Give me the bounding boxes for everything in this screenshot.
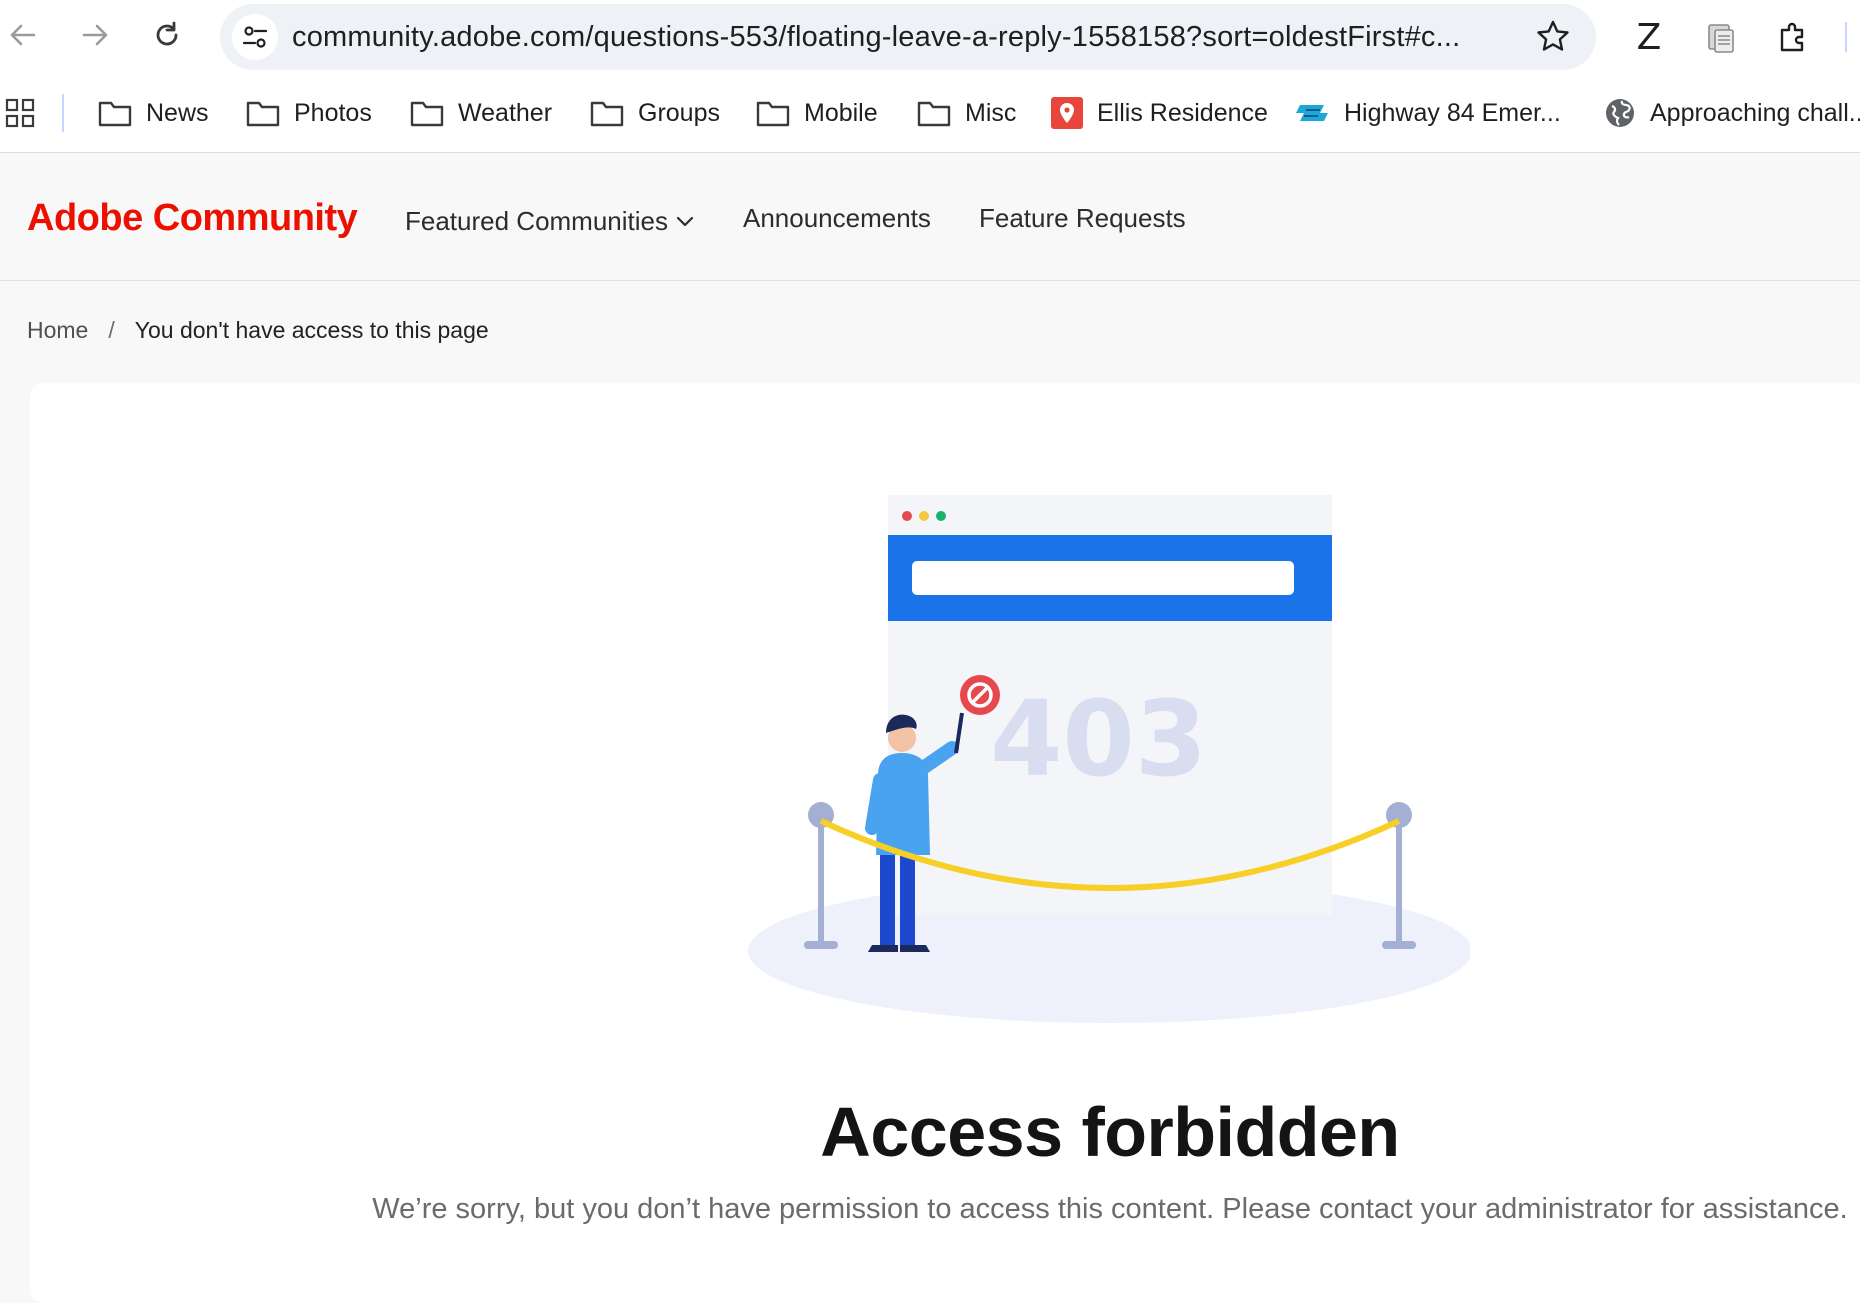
error-title: Access forbidden (820, 1093, 1400, 1171)
nav-featured-communities[interactable]: Featured Communities (405, 206, 694, 237)
bookmarks-bar: News Photos Weather Groups Mobile Misc E… (0, 74, 1860, 153)
bookmark-label: Mobile (804, 98, 878, 127)
reload-icon (156, 21, 178, 46)
bookmark-label: Highway 84 Emer... (1344, 98, 1561, 127)
arrow-right-icon (82, 24, 108, 46)
tune-icon (242, 26, 268, 48)
highway-icon (1296, 105, 1328, 121)
back-button[interactable] (0, 12, 46, 58)
bookmark-label: Groups (638, 98, 720, 127)
bookmark-highway-84[interactable]: Highway 84 Emer... (1296, 94, 1561, 132)
error-code-graphic: 403 (990, 678, 1207, 800)
folder-icon (917, 101, 951, 127)
extension-clipboard-button[interactable] (1698, 14, 1744, 60)
bookmark-label: Weather (458, 98, 553, 127)
clipboard-icon (1708, 24, 1734, 53)
bookmark-mobile[interactable]: Mobile (756, 94, 878, 132)
folder-icon (756, 101, 790, 127)
folder-icon (246, 101, 280, 127)
bookmark-label: Ellis Residence (1097, 98, 1268, 127)
bookmark-label: Misc (965, 98, 1017, 127)
bookmark-approaching[interactable]: Approaching chall... (1604, 94, 1860, 132)
bookmark-groups[interactable]: Groups (590, 94, 720, 132)
url-text[interactable]: community.adobe.com/questions-553/floati… (292, 4, 1522, 70)
address-bar[interactable]: community.adobe.com/questions-553/floati… (220, 4, 1596, 70)
bookmark-label: Photos (294, 98, 372, 127)
forward-button[interactable] (72, 12, 118, 58)
folder-icon (410, 101, 444, 127)
bookmarks-divider (62, 94, 64, 132)
adobe-community-logo[interactable]: Adobe Community (27, 197, 358, 240)
puzzle-icon (1780, 22, 1804, 52)
breadcrumb: Home / You don't have access to this pag… (27, 317, 489, 344)
bookmark-label: Approaching chall... (1650, 98, 1860, 127)
breadcrumb-home[interactable]: Home (27, 317, 88, 344)
extension-z-button[interactable]: Z (1626, 14, 1672, 60)
map-pin-icon (1051, 97, 1083, 129)
nav-label: Announcements (743, 203, 931, 233)
breadcrumb-current: You don't have access to this page (134, 317, 489, 343)
nav-label: Featured Communities (405, 206, 668, 236)
extensions-button[interactable] (1770, 14, 1816, 60)
bookmark-news[interactable]: News (98, 94, 209, 132)
bookmark-ellis-residence[interactable]: Ellis Residence (1051, 94, 1268, 132)
chevron-down-icon (676, 216, 694, 226)
reload-button[interactable] (144, 12, 190, 58)
breadcrumb-separator: / (108, 317, 115, 343)
bookmark-label: News (146, 98, 209, 127)
apps-button[interactable] (5, 94, 49, 132)
site-header: Adobe Community Featured Communities Ann… (0, 153, 1860, 281)
folder-icon (590, 101, 624, 127)
apps-grid-icon (5, 98, 35, 128)
toolbar-divider (1845, 22, 1847, 52)
site-info-button[interactable] (232, 14, 278, 60)
bookmark-weather[interactable]: Weather (410, 94, 552, 132)
folder-icon (98, 101, 132, 127)
star-icon (1537, 20, 1569, 51)
globe-icon (1606, 99, 1634, 127)
browser-toolbar: community.adobe.com/questions-553/floati… (0, 0, 1860, 74)
z-extension-icon: Z (1636, 16, 1662, 58)
bookmark-photos[interactable]: Photos (246, 94, 372, 132)
nav-label: Feature Requests (979, 203, 1186, 233)
arrow-left-icon (10, 24, 36, 46)
bookmark-star-button[interactable] (1534, 18, 1572, 56)
nav-feature-requests[interactable]: Feature Requests (979, 203, 1186, 234)
nav-announcements[interactable]: Announcements (743, 203, 931, 234)
error-message: We’re sorry, but you don’t have permissi… (372, 1193, 1848, 1225)
error-403-illustration: 403 (730, 485, 1472, 1030)
bookmark-misc[interactable]: Misc (917, 94, 1016, 132)
